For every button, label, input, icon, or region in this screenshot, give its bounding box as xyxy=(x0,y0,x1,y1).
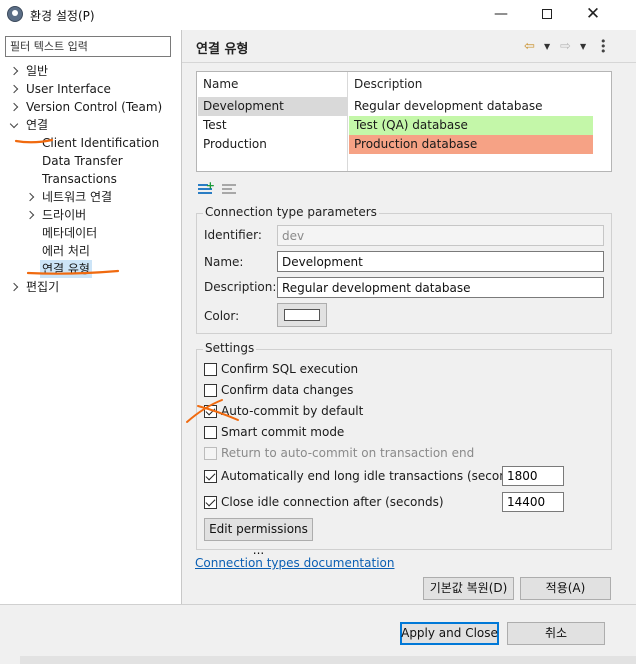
name-field[interactable] xyxy=(277,251,604,272)
preferences-tree-pane: 일반 User Interface Version Control (Team)… xyxy=(0,30,182,604)
forward-arrow-icon[interactable]: ⇨ xyxy=(560,39,571,54)
table-row-name[interactable]: Test xyxy=(198,116,347,135)
connection-types-table[interactable]: Name Description Development Regular dev… xyxy=(196,71,612,172)
column-header-description[interactable]: Description xyxy=(354,77,422,91)
tree-item-metadata[interactable]: 메타데이터 xyxy=(0,224,180,242)
tree-item-editors[interactable]: 편집기 xyxy=(0,278,180,296)
table-row-description[interactable]: Production database xyxy=(349,135,593,154)
checkbox[interactable] xyxy=(204,363,217,376)
tree-item-connections[interactable]: 연결 xyxy=(0,116,180,134)
connection-type-parameters-group: Connection type parameters Identifier: N… xyxy=(196,205,612,334)
settings-group: Settings Confirm SQL execution Confirm d… xyxy=(196,341,612,557)
window-title: 환경 설정(P) xyxy=(30,9,95,23)
identifier-label: Identifier: xyxy=(204,228,262,242)
checkbox[interactable] xyxy=(204,496,217,509)
description-label: Description: xyxy=(204,280,277,294)
title-bar: 환경 설정(P) — ✕ xyxy=(0,0,636,30)
page-nav-icons: ⇦ ▼ ⇨ ▼ • • • xyxy=(524,36,608,57)
filter-input[interactable] xyxy=(5,36,171,57)
table-row-description[interactable]: Regular development database xyxy=(349,97,593,116)
maximize-icon xyxy=(542,9,552,19)
chevron-down-icon[interactable] xyxy=(9,116,21,134)
preference-page: 연결 유형 ⇦ ▼ ⇨ ▼ • • • Name Description Devel… xyxy=(182,30,636,604)
chevron-right-icon[interactable] xyxy=(9,98,21,117)
checkbox[interactable] xyxy=(204,470,217,483)
tree-item-client-identification[interactable]: Client Identification xyxy=(0,134,180,152)
dialog-button-bar: Apply and Close 취소 xyxy=(0,604,636,664)
connection-types-documentation-link[interactable]: Connection types documentation xyxy=(195,556,394,570)
checkbox[interactable] xyxy=(204,384,217,397)
edit-permissions-button[interactable]: Edit permissions ... xyxy=(204,518,313,557)
chevron-right-icon[interactable] xyxy=(25,188,37,207)
back-dropdown-icon[interactable]: ▼ xyxy=(544,42,550,51)
remove-type-icon[interactable] xyxy=(222,182,238,196)
table-row-description[interactable]: Test (QA) database xyxy=(349,116,593,135)
idle-connection-seconds-input[interactable] xyxy=(502,492,564,512)
tree-item-general[interactable]: 일반 xyxy=(0,62,180,80)
app-icon xyxy=(7,6,23,22)
apply-and-close-button[interactable]: Apply and Close xyxy=(400,622,499,645)
group-title: Settings xyxy=(203,341,257,355)
chevron-right-icon[interactable] xyxy=(9,62,21,81)
color-picker-button[interactable] xyxy=(277,303,327,327)
title-separator xyxy=(182,62,636,63)
tree-item-version-control[interactable]: Version Control (Team) xyxy=(0,98,180,116)
table-row-name[interactable]: Production xyxy=(198,135,347,154)
tree-item-network-connection[interactable]: 네트워크 연결 xyxy=(0,188,180,206)
checkbox xyxy=(204,447,217,460)
tree-item-transactions[interactable]: Transactions xyxy=(0,170,180,188)
minimize-icon: — xyxy=(494,6,508,22)
tree-item-user-interface[interactable]: User Interface xyxy=(0,80,180,98)
chevron-right-icon[interactable] xyxy=(9,278,21,297)
checkbox[interactable] xyxy=(204,426,217,439)
table-row-name[interactable]: Development xyxy=(198,97,347,116)
back-arrow-icon[interactable]: ⇦ xyxy=(524,39,535,54)
color-swatch xyxy=(284,309,320,321)
more-vertical-icon[interactable]: • • • xyxy=(600,36,607,57)
close-button[interactable]: ✕ xyxy=(570,0,616,30)
tree-item-data-transfer[interactable]: Data Transfer xyxy=(0,152,180,170)
tree-item-drivers[interactable]: 드라이버 xyxy=(0,206,180,224)
chevron-right-icon[interactable] xyxy=(9,80,21,99)
forward-dropdown-icon[interactable]: ▼ xyxy=(580,42,586,51)
add-type-icon[interactable]: + xyxy=(198,180,215,196)
apply-button[interactable]: 적용(A) xyxy=(520,577,611,600)
cancel-button[interactable]: 취소 xyxy=(507,622,605,645)
close-icon: ✕ xyxy=(585,4,601,24)
description-field[interactable] xyxy=(277,277,604,298)
maximize-button[interactable] xyxy=(524,0,570,30)
name-label: Name: xyxy=(204,255,244,269)
checkbox[interactable] xyxy=(204,405,217,418)
page-title: 연결 유형 xyxy=(196,42,249,57)
tree-item-connection-types[interactable]: 연결 유형 xyxy=(0,260,180,278)
bottom-strip xyxy=(20,656,636,664)
column-separator xyxy=(347,72,348,171)
group-title: Connection type parameters xyxy=(203,205,379,219)
restore-defaults-button[interactable]: 기본값 복원(D) xyxy=(423,577,514,600)
idle-transaction-seconds-input[interactable] xyxy=(502,466,564,486)
color-label: Color: xyxy=(204,309,240,323)
minimize-button[interactable]: — xyxy=(478,0,524,30)
column-header-name[interactable]: Name xyxy=(203,77,238,91)
identifier-field xyxy=(277,225,604,246)
chevron-right-icon[interactable] xyxy=(25,206,37,225)
tree-item-error-handling[interactable]: 에러 처리 xyxy=(0,242,180,260)
